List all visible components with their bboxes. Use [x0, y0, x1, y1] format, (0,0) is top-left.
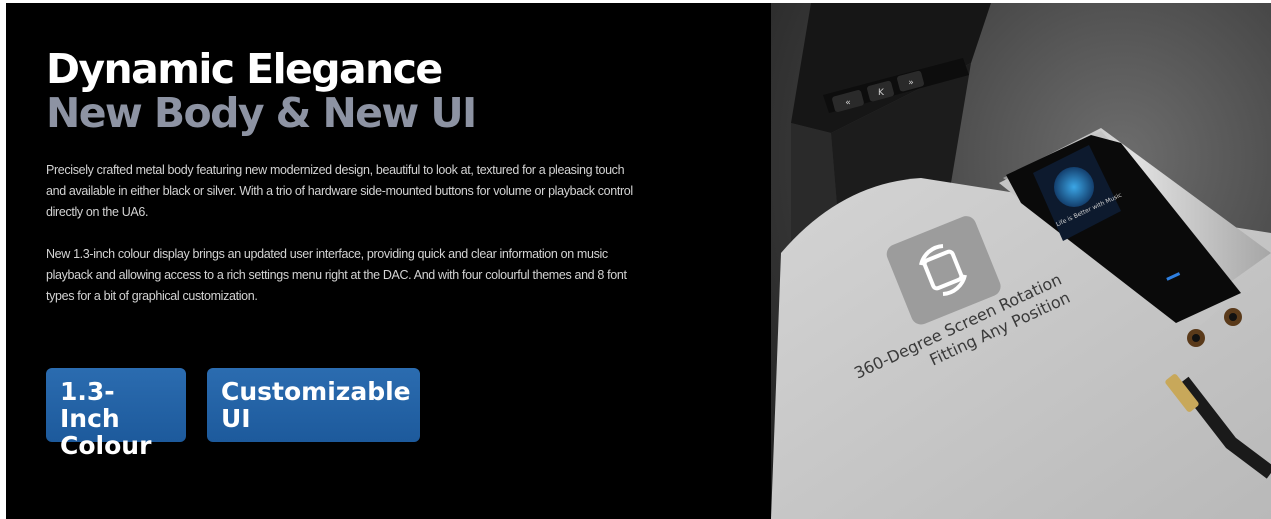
feature-badge-ui: Customizable UI — [207, 368, 420, 442]
feature-badge-line: Customizable — [221, 377, 411, 406]
svg-text:«: « — [845, 98, 851, 108]
description-paragraph-2: New 1.3-inch colour display brings an up… — [46, 247, 627, 303]
feature-badge-line: Colour — [60, 431, 152, 460]
feature-badge-display: 1.3-Inch Colour — [46, 368, 186, 459]
headline-line-1: Dynamic Elegance — [46, 45, 443, 93]
product-photo: « K » 360-Degree Screen Rotation Fitting… — [771, 3, 1271, 519]
product-illustration: « K » — [771, 3, 1271, 519]
headline: Dynamic Elegance New Body & New UI — [46, 45, 477, 137]
feature-badge-line: UI — [221, 404, 251, 433]
description-paragraph-1: Precisely crafted metal body featuring n… — [46, 163, 633, 219]
text-panel: Dynamic Elegance New Body & New UI Preci… — [6, 3, 771, 519]
hero-banner: Dynamic Elegance New Body & New UI Preci… — [6, 3, 1271, 519]
headline-line-2: New Body & New UI — [46, 89, 477, 137]
feature-badge-line: 1.3-Inch — [60, 377, 120, 433]
svg-text:»: » — [908, 78, 914, 88]
